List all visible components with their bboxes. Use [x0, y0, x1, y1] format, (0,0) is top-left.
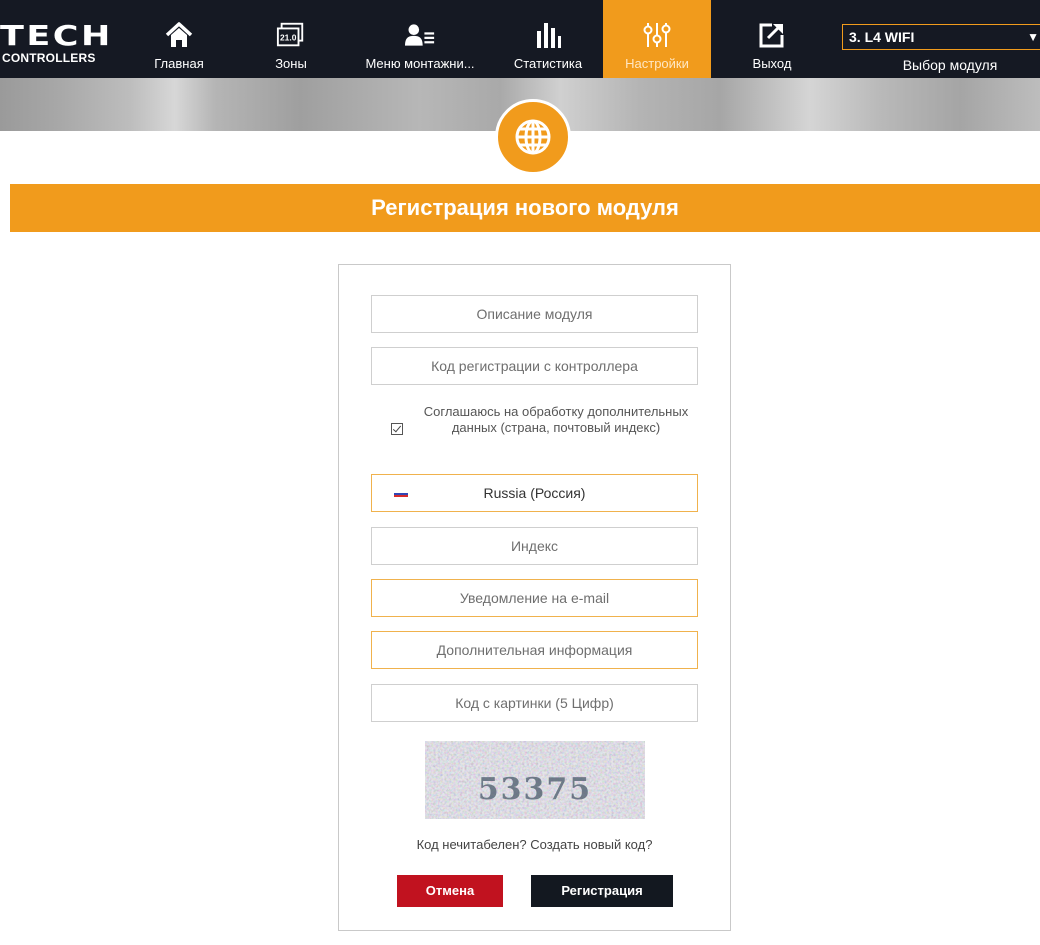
globe-icon	[495, 99, 571, 175]
consent-block: Соглашаюсь на обработку дополнительных д…	[371, 400, 698, 462]
nav-label-statistics: Статистика	[513, 56, 583, 71]
home-icon	[164, 20, 194, 50]
captcha-input[interactable]: Код с картинки (5 Цифр)	[371, 684, 698, 722]
nav-item-logout[interactable]: Выход	[732, 0, 812, 78]
tech-controllers-logo[interactable]: TECH CONTROLLERS	[0, 22, 120, 66]
captcha-text: 53375	[478, 772, 592, 807]
registration-code-input[interactable]: Код регистрации с контроллера	[371, 347, 698, 385]
captcha-unreadable-text: Код нечитабелен?	[416, 837, 527, 852]
module-select-label: Выбор модуля	[902, 57, 998, 73]
nav-item-settings[interactable]: Настройки	[603, 0, 711, 78]
consent-checkbox[interactable]	[391, 423, 403, 435]
country-select[interactable]: Russia (Россия)	[371, 474, 698, 512]
top-navigation: TECH CONTROLLERS Главная 21.0 Зоны Меню …	[0, 0, 1040, 78]
country-select-value: Russia (Россия)	[483, 485, 586, 501]
zones-icon: 21.0	[276, 20, 306, 50]
chevron-down-icon: ▼	[1027, 30, 1039, 44]
captcha-image: 53375	[425, 741, 645, 819]
module-select-value: 3. L4 WIFI	[849, 29, 915, 45]
russia-flag-icon	[394, 491, 408, 497]
consent-label: Соглашаюсь на обработку дополнительных д…	[423, 404, 689, 435]
cancel-button[interactable]: Отмена	[397, 875, 503, 907]
logout-icon	[757, 20, 787, 50]
module-description-input[interactable]: Описание модуля	[371, 295, 698, 333]
additional-info-input[interactable]: Дополнительная информация	[371, 631, 698, 669]
logo-subtitle: CONTROLLERS	[2, 51, 96, 65]
nav-item-installer-menu[interactable]: Меню монтажни...	[350, 0, 490, 78]
zones-icon-badge: 21.0	[280, 33, 297, 43]
register-button[interactable]: Регистрация	[531, 875, 673, 907]
email-notification-input[interactable]: Уведомление на e-mail	[371, 579, 698, 617]
nav-label-home: Главная	[154, 56, 204, 71]
registration-form: Описание модуля Код регистрации с контро…	[338, 264, 731, 931]
nav-label-logout: Выход	[752, 56, 792, 71]
installer-menu-icon	[405, 20, 435, 50]
captcha-regenerate-line: Код нечитабелен? Создать новый код?	[339, 837, 730, 852]
nav-label-zones: Зоны	[275, 56, 307, 71]
page-title: Регистрация нового модуля	[10, 184, 1040, 232]
statistics-icon	[533, 20, 563, 50]
nav-label-settings: Настройки	[625, 56, 689, 71]
nav-item-home[interactable]: Главная	[140, 0, 218, 78]
settings-sliders-icon	[642, 20, 672, 50]
postal-code-input[interactable]: Индекс	[371, 527, 698, 565]
logo-wordmark: TECH	[0, 19, 113, 52]
nav-item-zones[interactable]: 21.0 Зоны	[252, 0, 330, 78]
module-select[interactable]: 3. L4 WIFI ▼	[842, 24, 1040, 50]
captcha-regenerate-link[interactable]: Создать новый код?	[530, 837, 652, 852]
nav-item-statistics[interactable]: Статистика	[503, 0, 593, 78]
nav-label-installer-menu: Меню монтажни...	[365, 56, 475, 71]
